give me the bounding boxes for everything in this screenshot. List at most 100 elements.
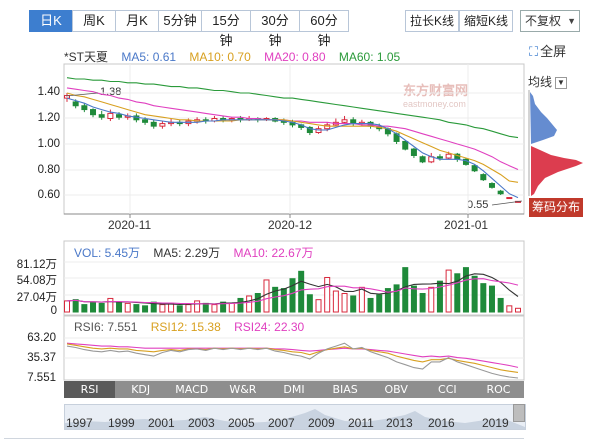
candle-body <box>237 118 244 121</box>
volume-bar <box>488 285 495 313</box>
volume-bar <box>246 295 253 313</box>
chip-distribution-button[interactable]: 筹码分布 <box>529 198 583 217</box>
candle-body <box>298 124 305 128</box>
tab-kdj[interactable]: KDJ <box>115 381 166 398</box>
volume-bar <box>393 284 400 313</box>
candle-body <box>341 119 348 123</box>
volume-bar <box>332 290 339 313</box>
candle-body <box>480 174 487 181</box>
year-tick: 1997 <box>66 416 93 430</box>
year-tick: 2009 <box>308 416 335 430</box>
tab-macd[interactable]: MACD <box>166 381 217 398</box>
candle-body <box>410 148 417 156</box>
candle-body <box>90 109 97 116</box>
rsi12-label: RSI12: 15.38 <box>150 320 221 334</box>
candle-body <box>462 158 469 165</box>
tab-weekly-k[interactable]: 周K <box>72 10 116 32</box>
eastmoney-watermark: 东方财富网 eastmoney.com <box>403 80 468 109</box>
price-tick: 1.40 <box>37 86 60 98</box>
fullscreen-button[interactable]: ⛶ 全屏 <box>529 41 566 60</box>
year-tick: 2007 <box>268 416 295 430</box>
volume-bar <box>81 304 88 313</box>
year-tick: 2013 <box>386 416 413 430</box>
candle-body <box>280 120 287 123</box>
tab-5min[interactable]: 5分钟 <box>158 10 202 32</box>
ma10-label: MA10: 0.70 <box>189 50 251 64</box>
range-handle[interactable] <box>513 404 525 422</box>
tab-wr[interactable]: W&R <box>217 381 268 398</box>
ma-legend: *ST天夏 MA5: 0.61 MA10: 0.70 MA20: 0.80 MA… <box>64 48 410 65</box>
tab-cci[interactable]: CCI <box>422 381 473 398</box>
volume-bar <box>64 300 70 313</box>
vol-ma5-label: MA5: 2.29万 <box>153 246 221 260</box>
toolbar: 日K 周K 月K 5分钟 15分钟 30分钟 60分钟 拉长K线 缩短K线 不复… <box>0 0 598 48</box>
volume-bar <box>194 300 201 313</box>
candle-body <box>315 128 322 134</box>
tab-rsi[interactable]: RSI <box>64 381 116 398</box>
candle-body <box>289 121 296 126</box>
candle-body <box>159 123 166 127</box>
year-tick: 2019 <box>482 416 509 430</box>
rsi12-line <box>66 343 519 373</box>
candle-body <box>402 140 409 150</box>
trend-select[interactable]: 均线 ▼ <box>528 73 568 90</box>
candle-body <box>393 133 400 142</box>
candle-body <box>324 124 331 130</box>
candle-body <box>419 156 426 163</box>
candle-body <box>72 101 79 107</box>
volume-bar <box>98 302 105 313</box>
volume-bar <box>72 299 79 313</box>
volume-bar <box>107 297 114 313</box>
low-price-annotation: 0.55 <box>467 199 489 211</box>
ma5-label: MA5: 0.61 <box>121 50 177 64</box>
tab-monthly-k[interactable]: 月K <box>115 10 159 32</box>
candle-body <box>194 119 201 122</box>
price-tick: 0.80 <box>37 164 60 176</box>
volume-bar <box>280 288 287 313</box>
volume-bar <box>402 267 409 313</box>
volume-bar <box>289 278 296 313</box>
tab-15min[interactable]: 15分钟 <box>201 10 251 48</box>
tab-roc[interactable]: ROC <box>473 381 524 398</box>
year-tick: 2005 <box>228 416 255 430</box>
candle-body <box>150 121 157 127</box>
volume-bar <box>410 285 417 313</box>
candle-body <box>384 128 391 135</box>
candle-body <box>445 153 452 159</box>
volume-bar <box>168 302 175 313</box>
candle-body <box>124 115 131 118</box>
trend-label: 均线 <box>528 75 553 89</box>
tab-bias[interactable]: BIAS <box>320 381 371 398</box>
candle-body <box>515 200 521 203</box>
candle-body <box>332 121 339 126</box>
volume-bar <box>315 299 322 313</box>
volume-tick: 81.12万 <box>16 259 57 271</box>
fullscreen-icon: ⛶ <box>529 44 539 59</box>
shrink-k-button[interactable]: 缩短K线 <box>459 10 514 32</box>
tab-daily-k[interactable]: 日K <box>29 10 73 32</box>
volume-legend: VOL: 5.45万 MA5: 2.29万 MA10: 22.67万 <box>74 244 323 261</box>
period-tabs: 日K 周K 月K 5分钟 15分钟 30分钟 60分钟 <box>29 10 349 48</box>
volume-bar <box>176 305 183 313</box>
tab-obv[interactable]: OBV <box>371 381 422 398</box>
date-tick: 2021-01 <box>444 218 489 232</box>
stretch-k-button[interactable]: 拉长K线 <box>405 10 460 32</box>
tab-dmi[interactable]: DMI <box>268 381 319 398</box>
volume-bar <box>350 295 357 313</box>
adjust-select[interactable]: 不复权 ▼ <box>520 10 580 32</box>
volume-bar <box>341 293 348 313</box>
tab-60min[interactable]: 60分钟 <box>299 10 349 48</box>
candle-body <box>81 105 88 111</box>
chip-histogram <box>528 90 583 196</box>
volume-bar <box>124 302 131 313</box>
high-price-annotation: 1.38 <box>100 86 122 98</box>
candle-body <box>254 118 261 121</box>
candle-body <box>428 156 435 163</box>
volume-bar <box>133 304 140 313</box>
candle-body <box>246 118 253 121</box>
horizontal-scrollbar[interactable] <box>4 431 524 439</box>
rsi24-label: RSI24: 22.30 <box>234 320 305 334</box>
tab-30min[interactable]: 30分钟 <box>250 10 300 48</box>
year-labels: 1997 1999 2001 2003 2005 2007 2009 2011 … <box>64 416 526 430</box>
rsi-tick: 35.37 <box>27 352 56 364</box>
